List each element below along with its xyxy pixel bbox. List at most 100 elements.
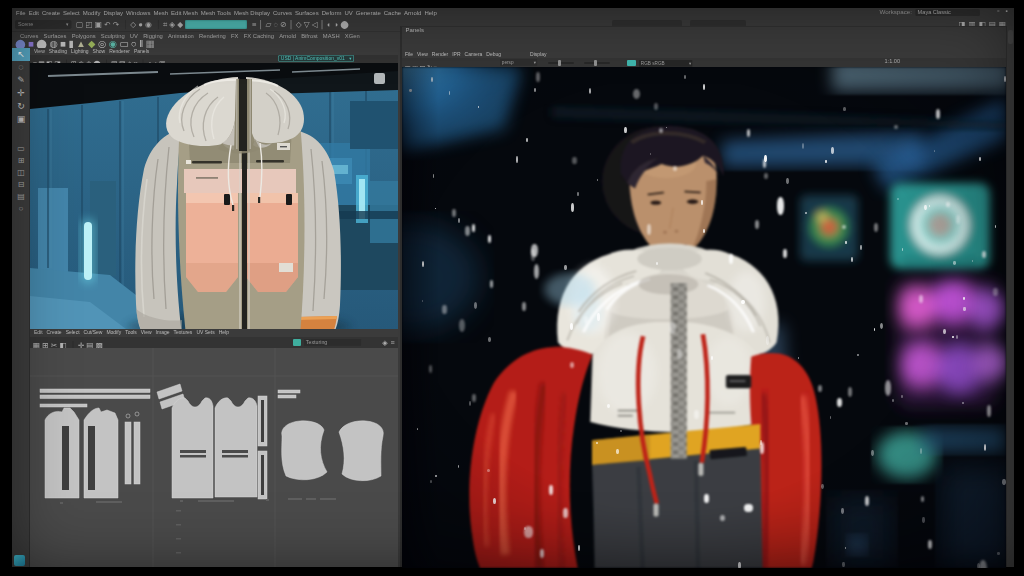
render-settings-icon[interactable]: ⬤ xyxy=(340,20,349,28)
menu-item[interactable]: Edit Mesh xyxy=(171,8,198,17)
viewport-menu-item[interactable]: Shading xyxy=(49,48,67,54)
separator: │ xyxy=(289,20,294,28)
select-component-icon[interactable]: ◉ xyxy=(145,19,152,30)
menu-item[interactable]: Mesh Display xyxy=(234,8,270,17)
menu-item[interactable]: Cache xyxy=(384,8,401,17)
menu-item[interactable]: Display xyxy=(103,8,123,17)
persp-outliner-layout-button[interactable]: ◫ xyxy=(12,166,30,178)
menu-item[interactable]: File xyxy=(16,8,26,17)
ipr-render-icon[interactable]: ◑ xyxy=(333,20,338,28)
menu-item[interactable]: Generate xyxy=(356,8,381,17)
uv-canvas[interactable] xyxy=(30,348,398,567)
render-menu-item[interactable]: IPR xyxy=(452,51,460,57)
uv-menu-item[interactable]: Help xyxy=(219,329,229,335)
menu-item[interactable]: Mesh xyxy=(153,8,168,17)
profiler-icon[interactable]: ▱ xyxy=(266,20,272,28)
menu-item[interactable]: Windows xyxy=(126,8,150,17)
uv-menu-item[interactable]: Edit xyxy=(34,329,43,335)
single-pane-layout-button[interactable]: ▭ xyxy=(12,142,30,154)
gamma-slider[interactable] xyxy=(584,62,610,64)
window-controls[interactable]: ▫ ▪ xyxy=(997,7,1010,14)
symmetry-icon[interactable]: ⊘ xyxy=(280,20,286,28)
uv-texture-dropdown[interactable]: Texturing xyxy=(304,339,361,346)
menu-item[interactable]: Mesh Tools xyxy=(201,8,231,17)
evaluation-icon[interactable]: ◌ xyxy=(274,20,279,28)
uv-menu-item[interactable]: Modify xyxy=(106,329,121,335)
viewport-menu-item[interactable]: Panels xyxy=(134,48,149,54)
menu-item[interactable]: Curves xyxy=(273,8,292,17)
paint-effects-icon[interactable]: ◁ xyxy=(312,20,318,28)
uv-menu-item[interactable]: Tools xyxy=(125,329,137,335)
paint-select-tool[interactable]: ✎ xyxy=(12,74,30,87)
xgen-guides-icon[interactable]: ▽ xyxy=(304,20,310,28)
menu-item[interactable]: Create xyxy=(42,8,60,17)
rotate-tool[interactable]: ↻ xyxy=(12,100,30,113)
viewport-menu-item[interactable]: Show xyxy=(93,48,106,54)
selection-mode-dropdown[interactable]: Scene▾ xyxy=(15,20,71,29)
main-menubar: FileEditCreateSelectModifyDisplayWindows… xyxy=(16,8,976,17)
uv-menu-item[interactable]: Image xyxy=(156,329,170,335)
menu-item[interactable]: Surfaces xyxy=(295,8,319,17)
zoom-tool[interactable]: ○ xyxy=(12,202,30,214)
hypershade-layout-button[interactable]: ▤ xyxy=(12,190,30,202)
select-object-icon[interactable]: ● xyxy=(138,19,143,30)
render-menu-item[interactable]: Camera xyxy=(465,51,483,57)
construction-history-icon[interactable]: ≡ xyxy=(252,20,256,28)
viewport-menu-item[interactable]: View xyxy=(34,48,45,54)
workspace-dropdown[interactable]: Maya Classic xyxy=(916,9,980,16)
menu-item[interactable]: UV xyxy=(344,8,352,17)
uv-options-icon[interactable]: ≡ xyxy=(391,338,395,346)
snap-curve-icon[interactable]: ◈ xyxy=(169,19,175,30)
redo-icon[interactable]: ↷ xyxy=(113,19,119,30)
select-tool[interactable]: ↖ xyxy=(12,48,30,61)
render-menu-item[interactable]: File xyxy=(405,51,413,57)
background-color-swatch[interactable] xyxy=(627,60,636,67)
render-menu-item-display[interactable]: Display xyxy=(530,51,546,57)
viewport-menubar: View Shading Lighting ShowRenderer Panels xyxy=(30,48,398,55)
render-image[interactable] xyxy=(402,67,1006,568)
uv-menu-item[interactable]: UV Sets xyxy=(196,329,214,335)
top-persp-layout-button[interactable]: ⊟ xyxy=(12,178,30,190)
in-view-editor-icon[interactable] xyxy=(374,73,385,84)
render-camera-dropdown[interactable]: persp▾ xyxy=(500,59,537,66)
uv-menu-item[interactable]: View xyxy=(141,329,152,335)
lasso-select-tool[interactable]: ◌ xyxy=(12,61,30,74)
colorspace-dropdown[interactable]: RGB sRGB▾ xyxy=(639,60,692,67)
undo-icon[interactable]: ↶ xyxy=(104,19,110,30)
uv-menu-item[interactable]: Textures xyxy=(173,329,192,335)
render-menu-item[interactable]: View xyxy=(417,51,428,57)
viewport-menu-item[interactable]: Renderer xyxy=(109,48,130,54)
exposure-slider[interactable] xyxy=(548,62,574,64)
menu-item[interactable]: Help xyxy=(424,8,436,17)
snap-grid-icon[interactable]: ⌗ xyxy=(163,19,167,30)
render-menu-item[interactable]: Debug xyxy=(486,51,501,57)
select-hierarchy-icon[interactable]: ◇ xyxy=(130,19,136,30)
menu-item[interactable]: Modify xyxy=(83,8,101,17)
uv-menu-item[interactable]: Select xyxy=(66,329,80,335)
search-input[interactable] xyxy=(185,20,247,29)
save-scene-icon[interactable]: ▣ xyxy=(95,19,102,30)
move-tool[interactable]: ✛ xyxy=(12,87,30,100)
open-scene-icon[interactable]: ◰ xyxy=(85,19,92,30)
four-pane-layout-button[interactable]: ⊞ xyxy=(12,154,30,166)
render-icon[interactable]: ◐ xyxy=(327,20,332,28)
menu-item[interactable]: Select xyxy=(63,8,80,17)
soft-select-icon[interactable]: ◇ xyxy=(296,20,302,28)
right-scrollbar-strip[interactable] xyxy=(1006,26,1014,567)
new-scene-icon[interactable]: ▢ xyxy=(76,19,83,30)
taskbar-app-icon[interactable] xyxy=(14,555,25,566)
render-menu-item[interactable]: Render xyxy=(432,51,448,57)
snap-point-icon[interactable]: ◆ xyxy=(177,19,183,30)
uv-texture-swatch[interactable] xyxy=(293,339,301,346)
usd-stage-dropdown[interactable]: USD | AnimComposition_v01▾ xyxy=(278,55,354,62)
uv-isolate-icon[interactable]: ◈ xyxy=(383,338,388,346)
panels-menu-item[interactable]: Panels xyxy=(406,27,424,34)
uv-menu-item[interactable]: Cut/Sew xyxy=(84,329,103,335)
menu-item[interactable]: Deform xyxy=(322,8,342,17)
viewport-canvas[interactable] xyxy=(30,63,398,329)
uv-menu-item[interactable]: Create xyxy=(47,329,62,335)
scale-tool[interactable]: ▣ xyxy=(12,113,30,126)
menu-item[interactable]: Arnold xyxy=(404,8,421,17)
viewport-menu-item[interactable]: Lighting xyxy=(71,48,89,54)
menu-item[interactable]: Edit xyxy=(29,8,39,17)
